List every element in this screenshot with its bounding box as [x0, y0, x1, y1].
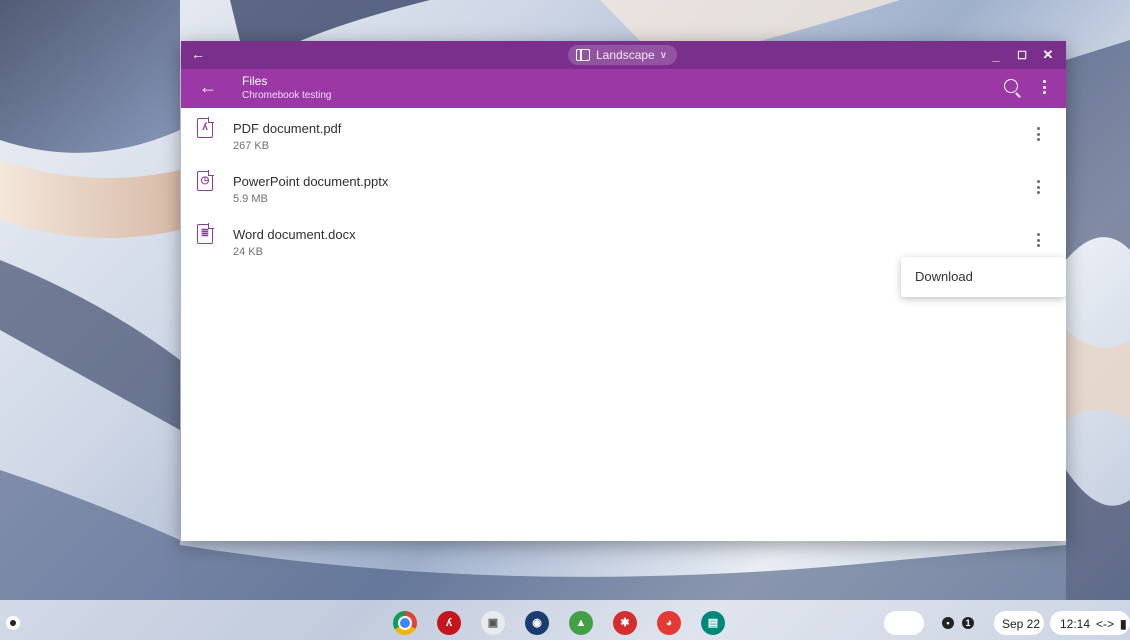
acrobat-icon[interactable]: ʎ: [437, 611, 461, 635]
date-label: Sep 22: [1002, 617, 1041, 631]
maximize-button[interactable]: ☐: [1012, 49, 1032, 62]
file-size: 5.9 MB: [233, 193, 268, 205]
row-more-icon[interactable]: [1037, 180, 1041, 197]
window-controls: _ ☐ ✕: [980, 41, 1058, 69]
file-name: PDF document.pdf: [233, 121, 342, 136]
gallery-icon[interactable]: ▣: [481, 611, 505, 635]
file-size: 24 KB: [233, 246, 263, 258]
files-app-window: ← Landscape ∨ _ ☐ ✕ ← Files Chromebook t…: [181, 41, 1066, 541]
notification-icon[interactable]: •: [942, 617, 954, 629]
file-list: ʎ PDF document.pdf 267 KB ◷ PowerPoint d…: [181, 108, 1066, 267]
landscape-icon: [576, 49, 590, 61]
holding-space-tray[interactable]: [884, 611, 924, 635]
vpn-app-icon[interactable]: ◉: [525, 611, 549, 635]
launcher-button[interactable]: [6, 616, 20, 630]
window-mode-selector[interactable]: Landscape ∨: [568, 45, 678, 65]
file-name: PowerPoint document.pptx: [233, 174, 389, 189]
row-more-icon[interactable]: [1037, 127, 1041, 144]
file-name: Word document.docx: [233, 227, 356, 242]
chevron-down-icon: ∨: [659, 49, 668, 61]
context-menu: Download: [901, 257, 1066, 297]
document-file-icon: ≣: [197, 223, 214, 244]
more-options-icon[interactable]: [1043, 80, 1047, 97]
presentation-file-icon: ◷: [197, 170, 214, 191]
row-more-icon[interactable]: [1037, 233, 1041, 250]
window-back-icon[interactable]: ←: [191, 47, 205, 61]
chrome-icon[interactable]: [393, 611, 417, 635]
battery-icon: ▮: [1120, 617, 1127, 631]
file-row-pptx[interactable]: ◷ PowerPoint document.pptx 5.9 MB: [181, 161, 1066, 214]
app-title: Files: [242, 74, 268, 88]
close-button[interactable]: ✕: [1038, 47, 1058, 63]
network-icon: <->: [1096, 617, 1115, 631]
app-subtitle: Chromebook testing: [242, 90, 332, 101]
security-app-icon[interactable]: ▲: [569, 611, 593, 635]
window-mode-label: Landscape: [596, 48, 655, 62]
download-menu-item[interactable]: Download: [901, 257, 1066, 297]
notification-count-icon[interactable]: 1: [962, 617, 974, 629]
search-icon[interactable]: [1004, 79, 1018, 93]
app-toolbar: ← Files Chromebook testing: [181, 69, 1066, 108]
back-arrow-icon[interactable]: ←: [199, 78, 217, 96]
file-row-pdf[interactable]: ʎ PDF document.pdf 267 KB: [181, 108, 1066, 161]
shelf: ʎ ▣ ◉ ▲ ✱ ◕ ▤ • 1 Sep 22 12:14 <-> ▮: [0, 606, 1130, 640]
time-label: 12:14: [1060, 617, 1091, 631]
file-size: 267 KB: [233, 140, 270, 152]
paint-app-icon[interactable]: ◕: [657, 611, 681, 635]
minimize-button[interactable]: _: [986, 48, 1006, 63]
pdf-file-icon: ʎ: [197, 117, 214, 138]
helm-app-icon[interactable]: ✱: [613, 611, 637, 635]
id-card-app-icon[interactable]: ▤: [701, 611, 725, 635]
window-title-bar: ← Landscape ∨ _ ☐ ✕: [181, 41, 1066, 69]
